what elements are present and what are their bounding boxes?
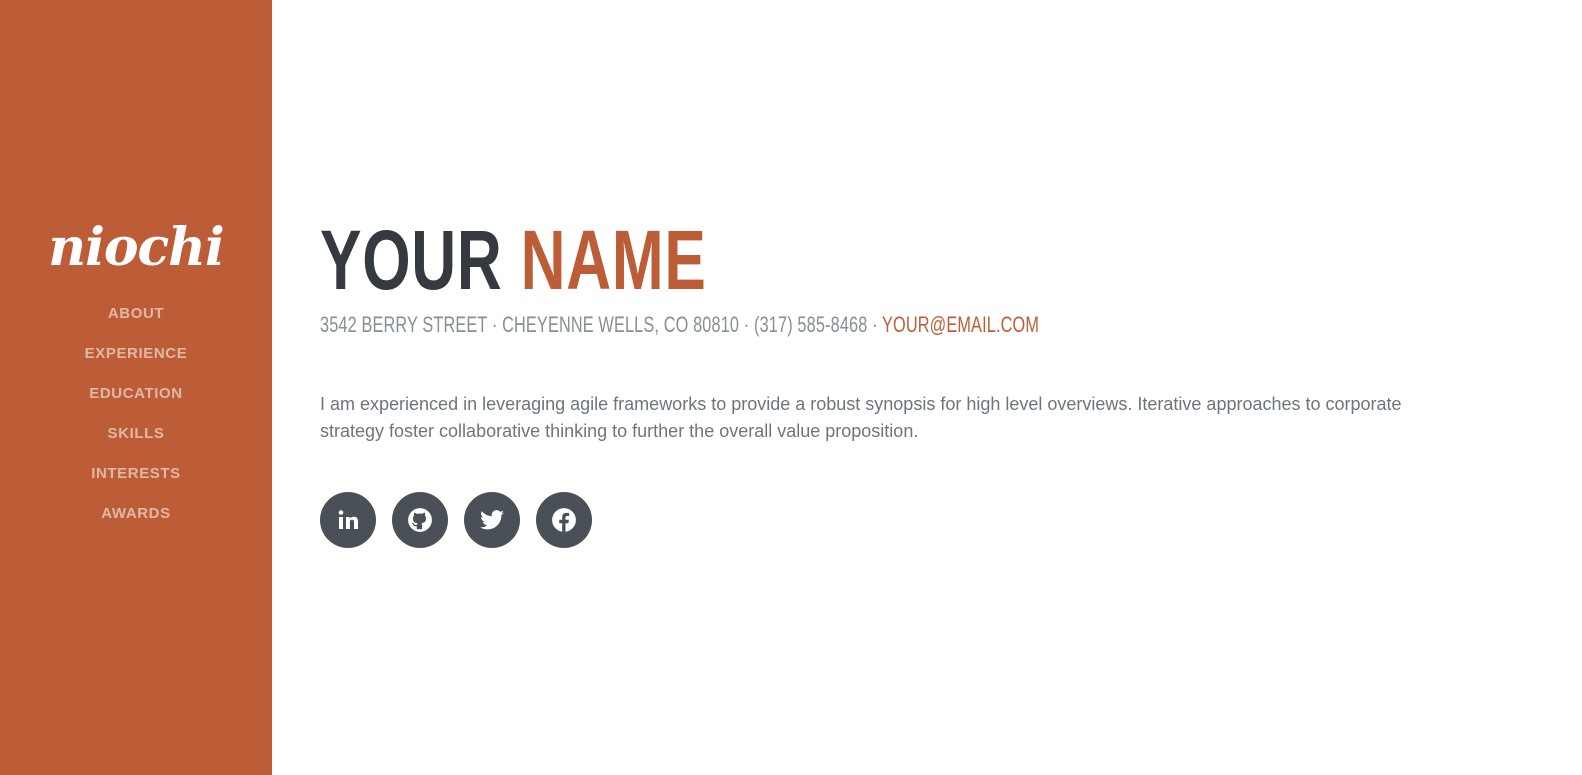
twitter-icon <box>479 507 505 533</box>
nav-item-education: EDUCATION <box>0 384 272 424</box>
intro-paragraph: I am experienced in leveraging agile fra… <box>320 394 1402 441</box>
email-link[interactable]: YOUR@EMAIL.COM <box>882 312 1039 337</box>
nav-link-education[interactable]: EDUCATION <box>89 384 182 404</box>
sidebar-nav: ABOUT EXPERIENCE EDUCATION SKILLS INTERE… <box>0 304 272 544</box>
linkedin-icon <box>336 508 360 532</box>
page-title: YOUR NAME <box>320 218 707 302</box>
facebook-icon <box>551 507 577 533</box>
linkedin-button[interactable] <box>320 492 376 548</box>
nav-link-interests[interactable]: INTERESTS <box>91 464 181 484</box>
nav-item-about: ABOUT <box>0 304 272 344</box>
facebook-button[interactable] <box>536 492 592 548</box>
nav-item-skills: SKILLS <box>0 424 272 464</box>
name-last: NAME <box>520 213 707 307</box>
nav-link-experience[interactable]: EXPERIENCE <box>85 344 188 364</box>
nav-item-awards: AWARDS <box>0 504 272 544</box>
github-button[interactable] <box>392 492 448 548</box>
social-icons <box>320 492 592 548</box>
brand-logo[interactable]: niochi <box>0 222 272 274</box>
github-icon <box>407 507 433 533</box>
nav-item-interests: INTERESTS <box>0 464 272 504</box>
name-first: YOUR <box>320 213 503 307</box>
about-section: YOUR NAME 3542 BERRY STREET · CHEYENNE W… <box>320 0 1500 775</box>
nav-item-experience: EXPERIENCE <box>0 344 272 384</box>
sidebar: niochi ABOUT EXPERIENCE EDUCATION SKILLS… <box>0 0 272 775</box>
contact-address: 3542 BERRY STREET · CHEYENNE WELLS, CO 8… <box>320 312 883 337</box>
nav-link-skills[interactable]: SKILLS <box>108 424 165 444</box>
contact-line: 3542 BERRY STREET · CHEYENNE WELLS, CO 8… <box>320 312 1039 338</box>
nav-link-about[interactable]: ABOUT <box>108 304 164 324</box>
twitter-button[interactable] <box>464 492 520 548</box>
nav-link-awards[interactable]: AWARDS <box>101 504 170 524</box>
